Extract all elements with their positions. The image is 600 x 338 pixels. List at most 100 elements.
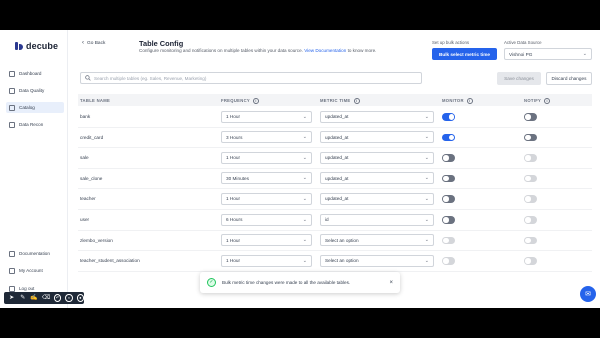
metric-time-value: updated_at [325,196,349,202]
notify-toggle[interactable] [524,257,537,265]
metric-time-select[interactable]: updated_at ⌄ [320,172,434,185]
doc-icon [9,250,15,257]
frequency-value: 1 Hour [226,196,241,202]
frequency-select[interactable]: 1 Hour ⌄ [221,151,312,164]
notify-toggle[interactable] [524,154,537,162]
go-back-label: Go Back [87,40,106,46]
logo: decube [15,40,58,52]
highlighter-icon[interactable]: ✍ [30,294,37,302]
data-source-value: Vishnoi PG [509,51,533,57]
metric-time-value: updated_at [325,114,349,119]
frequency-value: 1 Hour [226,258,241,264]
success-toast: ✓ Bulk metric time changes were made to … [200,272,400,293]
go-back-link[interactable]: ‹ Go Back [82,40,105,46]
eraser-icon[interactable]: ⌫ [42,294,50,302]
frequency-select[interactable]: 3 Hours ⌄ [221,131,312,144]
metric-time-select[interactable]: id ⌄ [320,213,434,226]
metric-time-select[interactable]: updated_at ⌄ [320,151,434,164]
recon-icon [9,121,15,128]
decube-logo-icon [15,42,23,50]
column-header-metric-time: METRIC TIME i [320,97,360,104]
app-window: decube Dashboard Data Quality Catalog Da… [0,30,600,308]
chevron-down-icon: ⌄ [302,237,307,244]
metric-time-select[interactable]: updated_at ⌄ [320,110,434,123]
table-header: TABLE NAME FREQUENCY i METRIC TIME i MONIT… [78,94,592,106]
table-row: bank 1 Hour ⌄ updated_at ⌄ [78,107,592,128]
monitor-toggle[interactable] [442,195,455,203]
frequency-select[interactable]: 30 Minutes ⌄ [221,172,312,185]
undo-icon[interactable]: ↶ [53,294,62,302]
pointer-icon[interactable]: ➤ [8,294,15,302]
search-icon [85,75,91,81]
bulk-select-metric-time-button[interactable]: Bulk select metric time [432,48,497,60]
frequency-select[interactable]: 1 Hour ⌄ [221,110,312,123]
bulk-actions-caption: Set up bulk actions [432,40,470,45]
monitor-toggle[interactable] [442,133,455,142]
chevron-down-icon: ⌄ [424,134,429,141]
chat-icon[interactable]: ✉ [580,286,596,302]
metric-time-select[interactable]: updated_at ⌄ [320,131,434,144]
column-label: FREQUENCY [221,98,250,103]
notify-toggle[interactable] [524,174,537,183]
chevron-down-icon: ⌄ [302,216,307,223]
table-name-cell: user [80,217,90,222]
table-row: teacher 1 Hour ⌄ updated_at ⌄ [78,189,592,210]
documentation-link[interactable]: View Documentation [304,48,346,53]
annotation-toolbar: ➤ ✎ ✍ ⌫ ↶ × ● [4,292,85,304]
sidebar-item-dashboard[interactable]: Dashboard [6,68,64,79]
info-icon[interactable]: i [466,97,473,104]
discard-changes-button[interactable]: Discard changes [546,72,592,85]
chevron-down-icon: ⌄ [302,113,307,120]
info-icon[interactable]: i [253,97,259,104]
sidebar-item-my-account[interactable]: My Account [6,265,64,276]
save-changes-button[interactable]: Save changes [497,72,541,85]
sidebar-item-label: Documentation [19,251,50,256]
notify-toggle[interactable] [524,195,537,203]
sidebar: decube Dashboard Data Quality Catalog Da… [0,30,68,308]
sidebar-item-label: Catalog [19,105,35,110]
frequency-select[interactable]: 1 Hour ⌄ [221,192,312,205]
record-icon[interactable]: ● [76,294,85,302]
monitor-toggle[interactable] [442,154,455,162]
frequency-select[interactable]: 6 Hours ⌄ [221,213,312,226]
metric-time-value: updated_at [325,175,349,181]
metric-time-select[interactable]: updated_at ⌄ [320,192,434,205]
logout-icon [9,285,15,292]
frequency-value: 30 Minutes [226,175,249,181]
notify-toggle[interactable] [524,236,537,245]
sidebar-item-catalog[interactable]: Catalog [6,102,64,113]
monitor-toggle[interactable] [442,216,455,224]
monitor-toggle[interactable] [442,257,455,265]
column-header-notify: NOTIFY i [524,97,551,104]
sidebar-item-label: My Account [19,268,43,273]
metric-time-value: updated_at [325,155,349,161]
chevron-down-icon: ⌄ [424,175,429,182]
frequency-select[interactable]: 1 Hour ⌄ [221,234,312,247]
clear-icon[interactable]: × [65,294,73,302]
search-input[interactable]: Search multiple tables (eg. Sales, Reven… [80,72,422,84]
frequency-select[interactable]: 1 Hour ⌄ [221,254,312,267]
frequency-value: 1 Hour [226,155,241,161]
monitor-toggle[interactable] [442,174,455,183]
info-icon[interactable]: i [544,97,551,104]
notify-toggle[interactable] [524,216,537,224]
notify-toggle[interactable] [524,113,537,121]
chevron-down-icon: ⌄ [302,257,307,264]
sidebar-item-data-recon[interactable]: Data Recon [6,119,64,130]
data-source-select[interactable]: Vishnoi PG ⌄ [504,48,592,60]
notify-toggle[interactable] [524,133,537,142]
metric-time-select[interactable]: Select an option ⌄ [320,234,434,247]
monitor-toggle[interactable] [442,236,455,245]
table-row: sale_clone 30 Minutes ⌄ updated_at ⌄ [78,169,592,190]
monitor-toggle[interactable] [442,113,455,121]
column-label: NOTIFY [524,98,542,103]
table-name-cell: credit_card [80,134,104,140]
pen-icon[interactable]: ✎ [19,294,26,302]
close-icon[interactable]: × [389,280,393,286]
info-icon[interactable]: i [353,97,360,104]
sidebar-item-documentation[interactable]: Documentation [6,248,64,259]
chevron-down-icon: ⌄ [424,257,429,264]
column-label: MONITOR [442,98,464,103]
metric-time-select[interactable]: Select an option ⌄ [320,254,434,267]
sidebar-item-data-quality[interactable]: Data Quality [6,85,64,96]
